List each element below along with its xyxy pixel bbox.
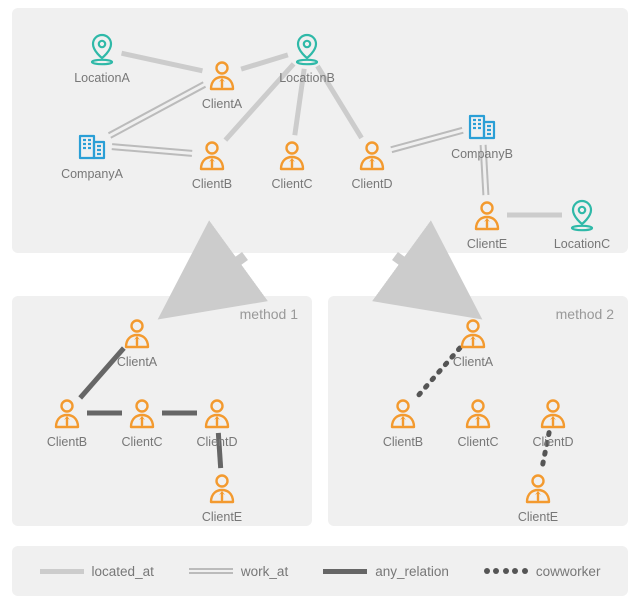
graph-method1-panel: method 1 ClientA ClientB ClientC ClientD <box>12 296 312 526</box>
company-icon <box>75 128 109 162</box>
node-label: ClientC <box>107 435 177 449</box>
node-companya: CompanyA <box>57 128 127 181</box>
node-label: ClientD <box>182 435 252 449</box>
node-label: ClientD <box>337 177 407 191</box>
client-icon <box>50 396 84 430</box>
node-cliente: ClientE <box>187 471 257 524</box>
legend-panel: located_at work_at any_relation cowworke… <box>12 546 628 596</box>
node-label: ClientD <box>518 435 588 449</box>
client-icon <box>521 471 555 505</box>
node-clientb: ClientB <box>368 396 438 449</box>
legend-dark-line-icon <box>323 569 367 574</box>
node-clientb: ClientB <box>177 138 247 191</box>
node-companyb: CompanyB <box>447 108 517 161</box>
node-clientd: ClientD <box>518 396 588 449</box>
node-label: CompanyB <box>447 147 517 161</box>
legend-located-at-label: located_at <box>92 564 154 579</box>
node-label: ClientA <box>187 97 257 111</box>
client-icon <box>461 396 495 430</box>
node-locationc: LocationC <box>547 198 617 251</box>
node-clienta: ClientA <box>187 58 257 111</box>
client-icon <box>120 316 154 350</box>
node-clientc: ClientC <box>257 138 327 191</box>
client-icon <box>275 138 309 172</box>
legend-work-at-label: work_at <box>241 564 288 579</box>
node-clientc: ClientC <box>107 396 177 449</box>
client-icon <box>200 396 234 430</box>
legend-located-at: located_at <box>40 564 154 579</box>
node-clientc: ClientC <box>443 396 513 449</box>
location-icon <box>85 32 119 66</box>
node-label: ClientB <box>177 177 247 191</box>
company-icon <box>465 108 499 142</box>
client-icon <box>536 396 570 430</box>
node-clienta: ClientA <box>102 316 172 369</box>
node-locationa: LocationA <box>67 32 137 85</box>
legend-work-at: work_at <box>189 564 288 579</box>
client-icon <box>456 316 490 350</box>
node-label: ClientA <box>102 355 172 369</box>
client-icon <box>205 58 239 92</box>
client-icon <box>470 198 504 232</box>
graph-original-panel: LocationA ClientA LocationB CompanyA Cli… <box>12 8 628 253</box>
client-icon <box>195 138 229 172</box>
node-label: ClientE <box>187 510 257 524</box>
node-clientd: ClientD <box>337 138 407 191</box>
client-icon <box>386 396 420 430</box>
node-label: CompanyA <box>57 167 127 181</box>
node-label: ClientC <box>443 435 513 449</box>
legend-line-icon <box>40 569 84 574</box>
node-label: LocationC <box>547 237 617 251</box>
legend-coworker: cowworker <box>484 564 601 579</box>
location-icon <box>565 198 599 232</box>
location-icon <box>290 32 324 66</box>
node-label: ClientB <box>32 435 102 449</box>
node-clientd: ClientD <box>182 396 252 449</box>
node-locationb: LocationB <box>272 32 342 85</box>
client-icon <box>205 471 239 505</box>
client-icon <box>125 396 159 430</box>
node-label: ClientA <box>438 355 508 369</box>
node-clientb: ClientB <box>32 396 102 449</box>
node-label: ClientE <box>452 237 522 251</box>
legend-any-relation-label: any_relation <box>375 564 449 579</box>
legend-any-relation: any_relation <box>323 564 449 579</box>
node-cliente: ClientE <box>503 471 573 524</box>
client-icon <box>355 138 389 172</box>
node-clienta: ClientA <box>438 316 508 369</box>
graph-method2-panel: method 2 ClientA ClientB ClientC ClientD <box>328 296 628 526</box>
legend-double-line-icon <box>189 568 233 574</box>
node-label: LocationA <box>67 71 137 85</box>
node-cliente: ClientE <box>452 198 522 251</box>
legend-dots-icon <box>484 568 528 574</box>
node-label: LocationB <box>272 71 342 85</box>
legend-coworker-label: cowworker <box>536 564 601 579</box>
node-label: ClientE <box>503 510 573 524</box>
node-label: ClientC <box>257 177 327 191</box>
node-label: ClientB <box>368 435 438 449</box>
